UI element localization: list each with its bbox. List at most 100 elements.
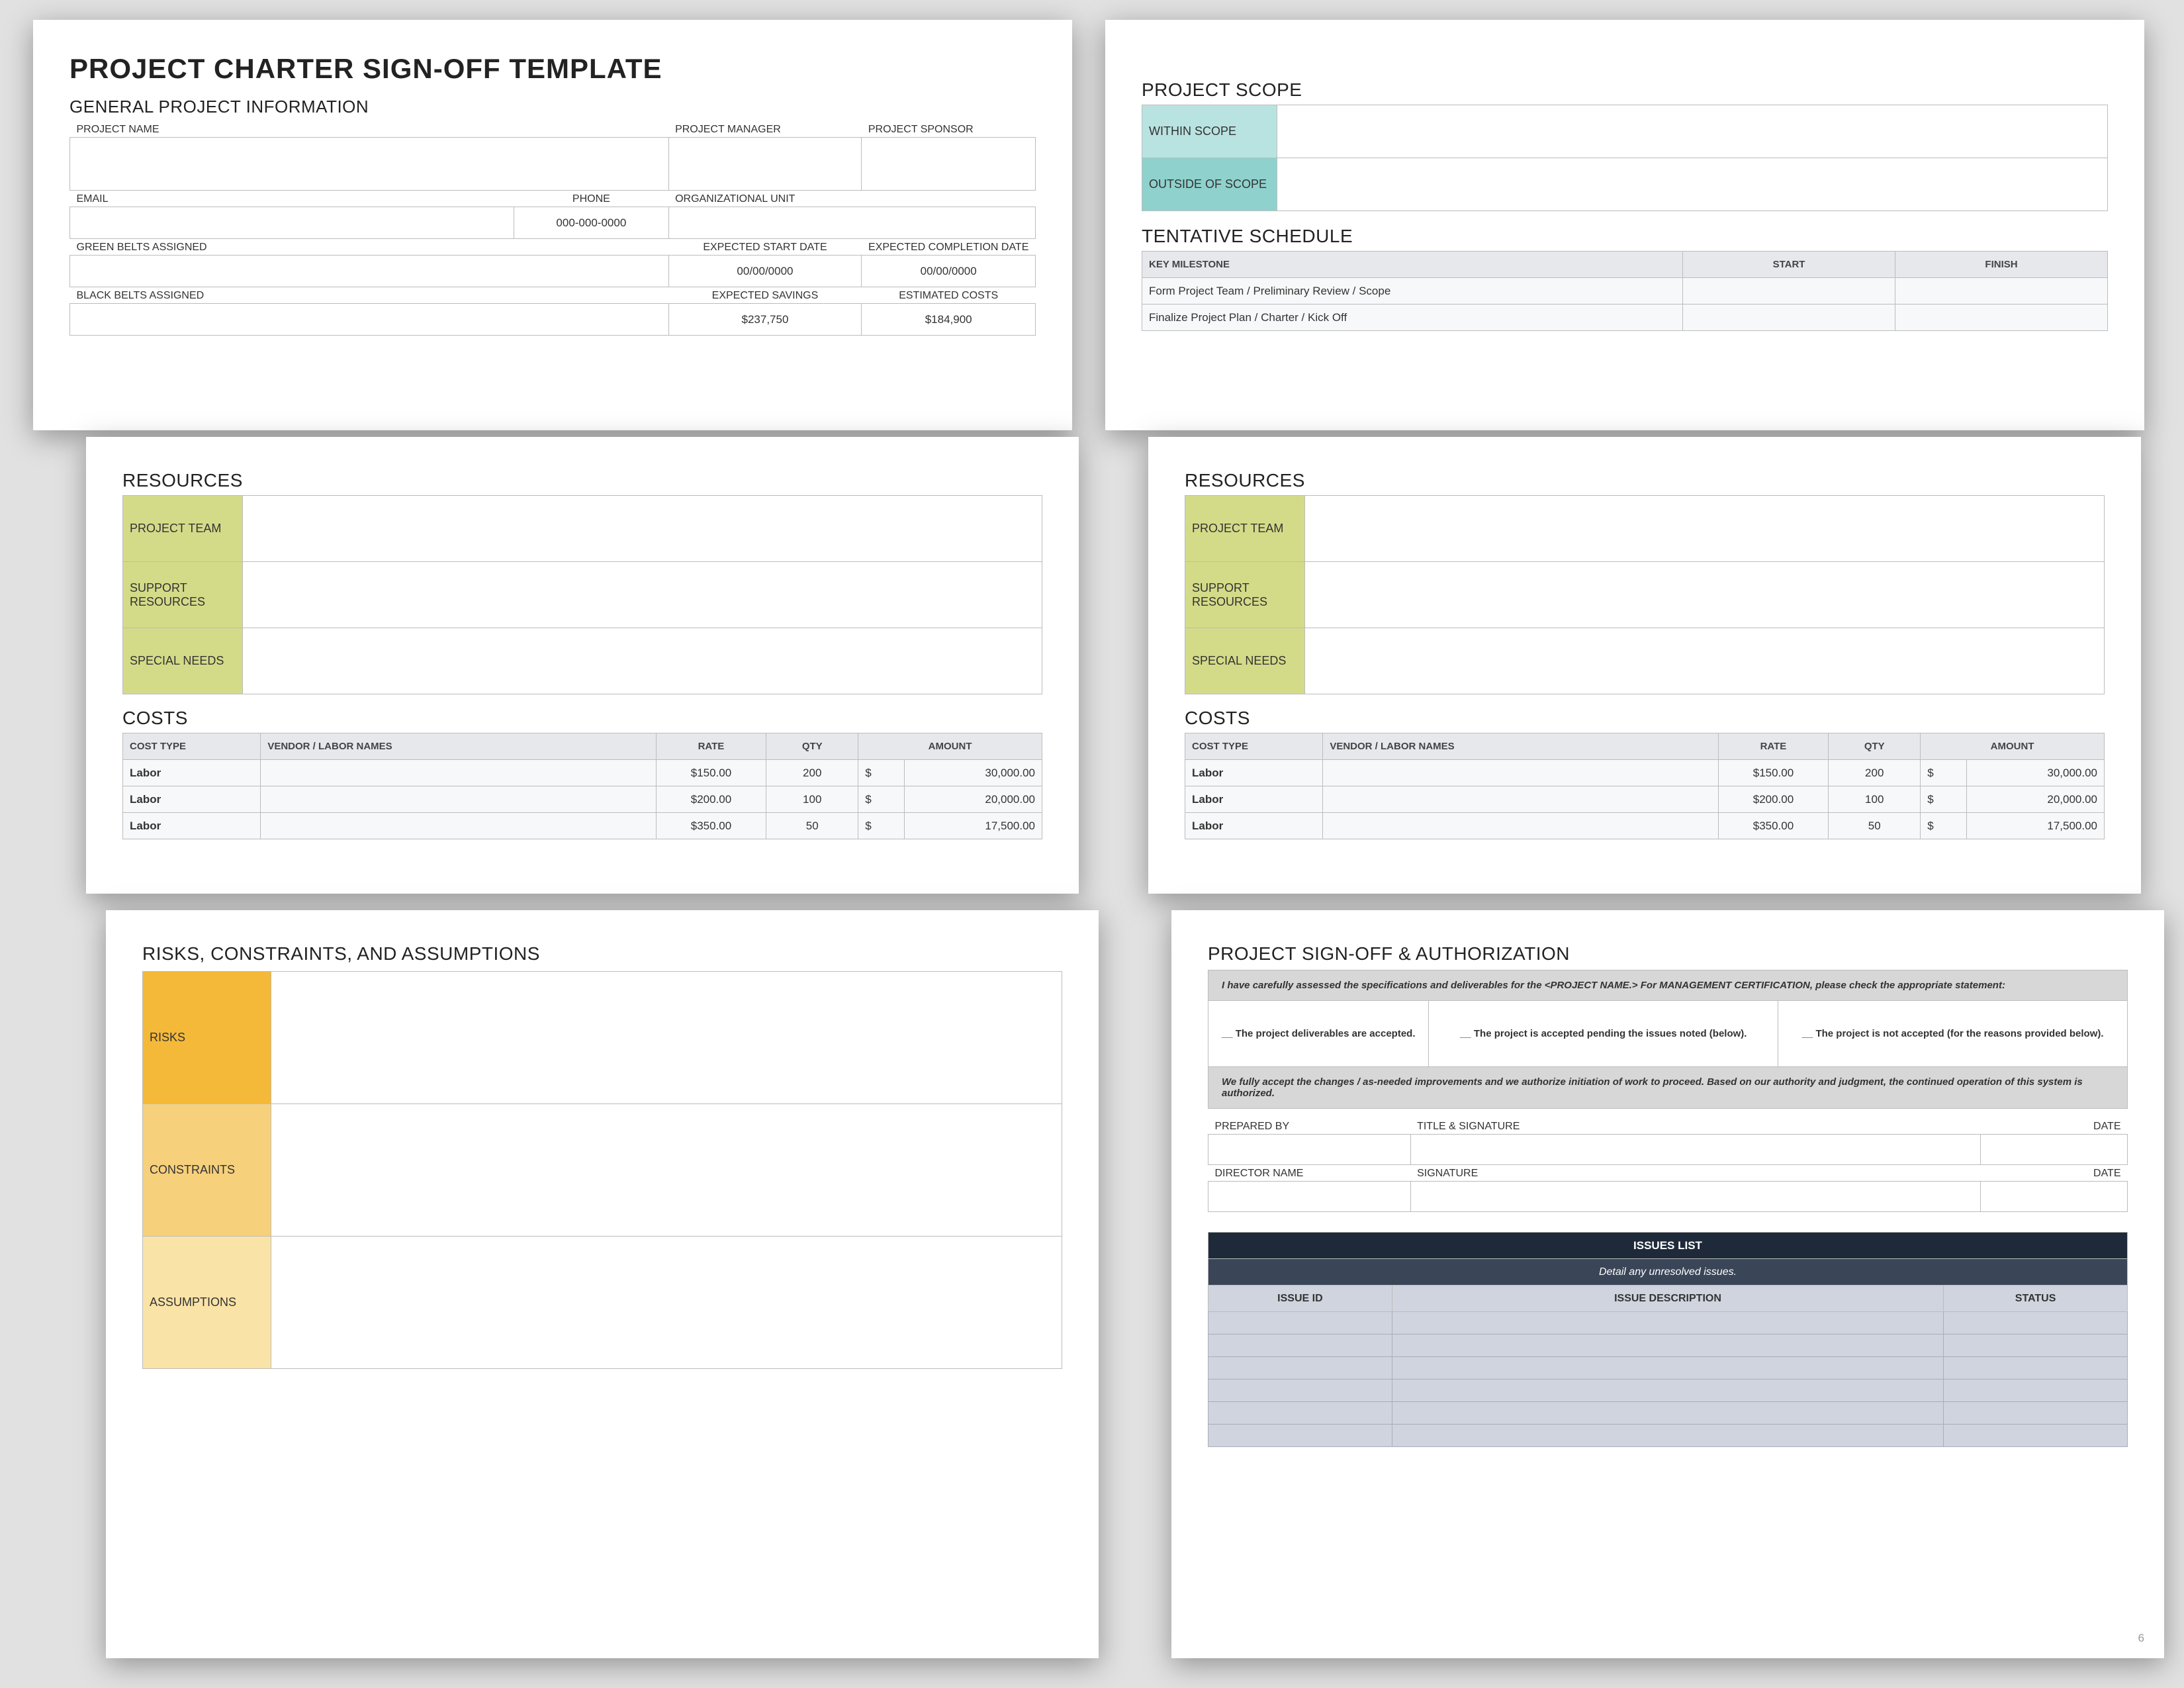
risks-table: RISKS CONSTRAINTS ASSUMPTIONS <box>142 971 1062 1369</box>
date-field-2[interactable] <box>1980 1182 2127 1212</box>
cost-currency: $ <box>858 813 904 839</box>
issues-row[interactable] <box>1392 1357 1943 1380</box>
issues-table: ISSUES LIST Detail any unresolved issues… <box>1208 1232 2128 1447</box>
cost-type: Labor <box>1185 813 1323 839</box>
page-general: PROJECT CHARTER SIGN-OFF TEMPLATE GENERA… <box>33 20 1072 430</box>
cost-rate: $200.00 <box>656 786 766 813</box>
cost-type: Labor <box>123 813 261 839</box>
res-support-label: SUPPORT RESOURCES <box>1185 562 1305 628</box>
issues-row[interactable] <box>1944 1380 2128 1402</box>
issues-row[interactable] <box>1208 1335 1392 1357</box>
res-special-field[interactable] <box>242 628 1042 694</box>
title-sig-field[interactable] <box>1410 1135 1980 1165</box>
cost-amount: 17,500.00 <box>904 813 1042 839</box>
cost-vendor[interactable] <box>261 786 656 813</box>
project-name-field[interactable] <box>70 138 669 191</box>
lbl-exp-start: EXPECTED START DATE <box>668 239 862 256</box>
project-manager-field[interactable] <box>668 138 862 191</box>
costs-col-type: COST TYPE <box>123 733 261 760</box>
issues-row[interactable] <box>1392 1335 1943 1357</box>
signoff-sig-table: PREPARED BY TITLE & SIGNATURE DATE DIREC… <box>1208 1118 2128 1212</box>
issues-row[interactable] <box>1392 1425 1943 1447</box>
res-project-team-field[interactable] <box>1304 496 2104 562</box>
lbl-exp-savings: EXPECTED SAVINGS <box>668 287 862 304</box>
cost-type: Labor <box>1185 786 1323 813</box>
cost-vendor[interactable] <box>1323 813 1718 839</box>
cost-vendor[interactable] <box>261 760 656 786</box>
issues-row[interactable] <box>1392 1402 1943 1425</box>
costs-heading: COSTS <box>1185 708 2105 729</box>
page-number: 6 <box>2138 1632 2144 1645</box>
cost-qty: 200 <box>766 760 858 786</box>
scope-table: WITHIN SCOPE OUTSIDE OF SCOPE <box>1142 105 2108 211</box>
resources-heading: RESOURCES <box>1185 470 2105 491</box>
issues-row[interactable] <box>1944 1357 2128 1380</box>
costs-col-amount: AMOUNT <box>858 733 1042 760</box>
phone-field[interactable]: 000-000-0000 <box>514 207 668 239</box>
issues-row[interactable] <box>1208 1357 1392 1380</box>
exp-complete-field[interactable]: 00/00/0000 <box>862 256 1036 287</box>
costs-col-rate: RATE <box>656 733 766 760</box>
cost-amount: 30,000.00 <box>904 760 1042 786</box>
page-risks: RISKS, CONSTRAINTS, AND ASSUMPTIONS RISK… <box>106 910 1099 1658</box>
assumptions-field[interactable] <box>271 1237 1062 1369</box>
email-field[interactable] <box>70 207 514 239</box>
issues-row[interactable] <box>1208 1425 1392 1447</box>
org-unit-field[interactable] <box>668 207 1035 239</box>
signoff-opt2[interactable]: __ The project is accepted pending the i… <box>1429 1001 1778 1067</box>
general-heading: GENERAL PROJECT INFORMATION <box>69 97 1036 117</box>
issues-row[interactable] <box>1208 1380 1392 1402</box>
signoff-opt3[interactable]: __ The project is not accepted (for the … <box>1778 1001 2128 1067</box>
risks-field[interactable] <box>271 972 1062 1104</box>
issues-row[interactable] <box>1208 1402 1392 1425</box>
schedule-finish-field[interactable] <box>1895 278 2108 305</box>
cost-amount: 30,000.00 <box>1966 760 2104 786</box>
issues-row[interactable] <box>1392 1380 1943 1402</box>
costs-col-amount: AMOUNT <box>1921 733 2105 760</box>
res-support-field[interactable] <box>1304 562 2104 628</box>
issues-row[interactable] <box>1944 1312 2128 1335</box>
costs-col-qty: QTY <box>766 733 858 760</box>
res-project-team-field[interactable] <box>242 496 1042 562</box>
res-support-field[interactable] <box>242 562 1042 628</box>
resources-table: PROJECT TEAM SUPPORT RESOURCES SPECIAL N… <box>1185 495 2105 694</box>
schedule-finish-field[interactable] <box>1895 305 2108 331</box>
issues-row[interactable] <box>1392 1312 1943 1335</box>
schedule-start-field[interactable] <box>1683 305 1895 331</box>
black-belts-field[interactable] <box>70 304 669 336</box>
costs-col-rate: RATE <box>1718 733 1829 760</box>
scope-outside-field[interactable] <box>1277 158 2108 211</box>
exp-start-field[interactable]: 00/00/0000 <box>668 256 862 287</box>
green-belts-field[interactable] <box>70 256 669 287</box>
signoff-opt1[interactable]: __ The project deliverables are accepted… <box>1208 1001 1429 1067</box>
project-sponsor-field[interactable] <box>862 138 1036 191</box>
lbl-black-belts: BLACK BELTS ASSIGNED <box>70 287 669 304</box>
prepared-by-field[interactable] <box>1208 1135 1411 1165</box>
director-field[interactable] <box>1208 1182 1411 1212</box>
signature-field[interactable] <box>1410 1182 1980 1212</box>
lbl-project-sponsor: PROJECT SPONSOR <box>862 121 1036 138</box>
issues-row[interactable] <box>1944 1425 2128 1447</box>
constraints-field[interactable] <box>271 1104 1062 1237</box>
cost-qty: 200 <box>1829 760 1921 786</box>
cost-vendor[interactable] <box>1323 786 1718 813</box>
date-field-1[interactable] <box>1980 1135 2127 1165</box>
scope-within-field[interactable] <box>1277 105 2108 158</box>
cost-qty: 50 <box>1829 813 1921 839</box>
costs-col-vendor: VENDOR / LABOR NAMES <box>261 733 656 760</box>
cost-rate: $350.00 <box>656 813 766 839</box>
cost-vendor[interactable] <box>1323 760 1718 786</box>
issues-row[interactable] <box>1944 1335 2128 1357</box>
res-special-label: SPECIAL NEEDS <box>123 628 243 694</box>
page-resources-b: RESOURCES PROJECT TEAM SUPPORT RESOURCES… <box>1148 437 2141 894</box>
res-special-field[interactable] <box>1304 628 2104 694</box>
issues-row[interactable] <box>1944 1402 2128 1425</box>
cost-qty: 100 <box>1829 786 1921 813</box>
costs-table: COST TYPE VENDOR / LABOR NAMES RATE QTY … <box>122 733 1042 839</box>
schedule-start-field[interactable] <box>1683 278 1895 305</box>
res-support-label: SUPPORT RESOURCES <box>123 562 243 628</box>
issues-row[interactable] <box>1208 1312 1392 1335</box>
cost-amount: 17,500.00 <box>1966 813 2104 839</box>
cost-vendor[interactable] <box>261 813 656 839</box>
cost-currency: $ <box>1921 786 1966 813</box>
